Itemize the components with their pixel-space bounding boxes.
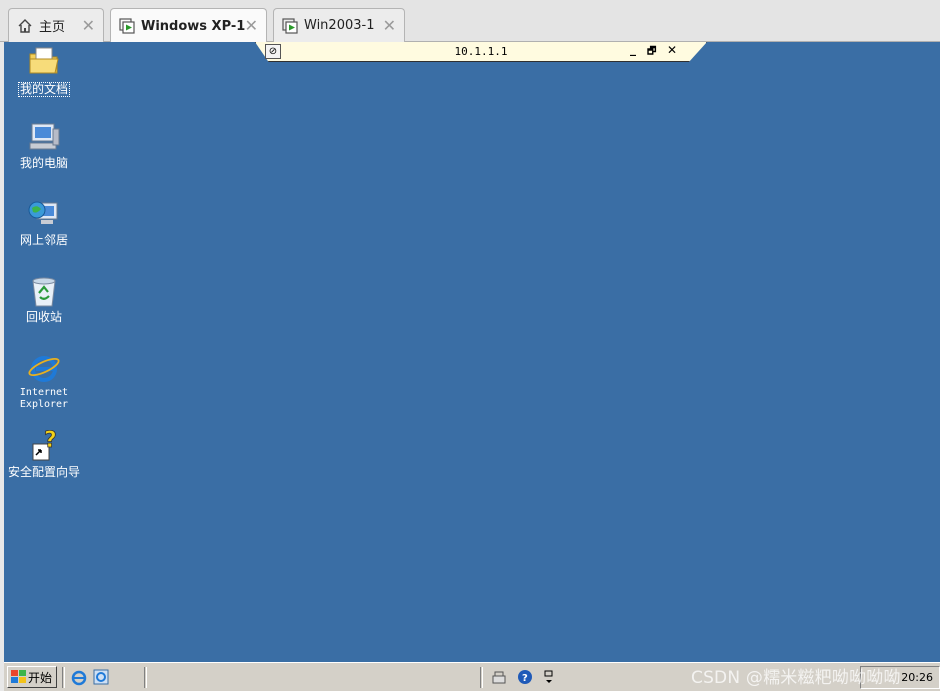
tab-windows-xp-1[interactable]: Windows XP-1 ✕ [110, 8, 267, 43]
my-computer-icon [27, 121, 61, 155]
remote-connection-bar: ⊘ 10.1.1.1 _ 🗗 ✕ [255, 42, 707, 62]
icon-label: 回收站 [25, 310, 62, 324]
network-places-icon [27, 198, 61, 232]
vm-icon [282, 17, 298, 34]
vm-icon [119, 18, 135, 34]
internet-explorer-quicklaunch-icon[interactable] [70, 668, 88, 686]
restore-button[interactable]: 🗗 [647, 44, 656, 61]
desktop-icon-my-computer[interactable]: 我的电脑 [4, 121, 84, 170]
remote-desktop[interactable]: 我的文档 我的电脑 网上邻居 回收站 Internet Explorer ? 安… [4, 42, 940, 662]
icon-label-line: Internet [19, 387, 69, 398]
connection-title: 10.1.1.1 [454, 45, 508, 58]
tab-win2003-1[interactable]: Win2003-1 ✕ [273, 8, 405, 42]
desktop-icon-network-places[interactable]: 网上邻居 [4, 198, 84, 247]
language-bar-icon[interactable] [490, 668, 508, 686]
svg-text:?: ? [44, 430, 57, 453]
icon-label: 安全配置向导 [7, 465, 80, 479]
my-documents-icon [27, 44, 61, 78]
icon-label: 我的电脑 [19, 156, 68, 170]
security-wizard-icon: ? [27, 428, 61, 464]
close-icon[interactable]: ✕ [82, 16, 95, 35]
start-label: 开始 [28, 670, 53, 685]
start-button[interactable]: 开始 [7, 666, 57, 688]
icon-label: 我的文档 [17, 82, 70, 97]
desktop-icon-my-documents[interactable]: 我的文档 [4, 44, 84, 97]
close-button[interactable]: ✕ [667, 43, 677, 57]
watermark: CSDN @糯米糍粑呦呦呦呦 [691, 668, 901, 688]
taskbar-divider [62, 667, 65, 688]
icon-label-line: Explorer [19, 399, 69, 410]
internet-explorer-icon [27, 351, 61, 385]
windows-flag-icon [11, 670, 26, 684]
taskbar-divider [480, 667, 483, 688]
clock[interactable]: 20:26 [901, 671, 933, 684]
recycle-bin-icon [27, 275, 61, 309]
options-icon[interactable] [540, 668, 558, 686]
desktop-icon-security-wizard[interactable]: ? 安全配置向导 [4, 428, 84, 479]
tab-home[interactable]: 主页 ✕ [8, 8, 104, 42]
home-icon [17, 18, 33, 34]
close-icon[interactable]: ✕ [245, 16, 258, 35]
tab-label: Windows XP-1 [141, 18, 246, 34]
svg-text:?: ? [522, 673, 528, 684]
tab-label: 主页 [39, 20, 66, 35]
browser-tab-bar: 主页 ✕ Windows XP-1 ✕ Win2003-1 ✕ [0, 0, 940, 43]
close-icon[interactable]: ✕ [383, 16, 396, 35]
tab-label: Win2003-1 [304, 18, 375, 33]
taskbar-divider [144, 667, 147, 688]
icon-label: Internet Explorer [4, 387, 84, 411]
desktop-icon-recycle-bin[interactable]: 回收站 [4, 275, 84, 324]
desktop-icon-internet-explorer[interactable]: Internet Explorer [4, 351, 84, 411]
show-desktop-quicklaunch-icon[interactable] [92, 668, 110, 686]
icon-label: 网上邻居 [19, 233, 68, 247]
help-icon[interactable]: ? [516, 668, 534, 686]
minimize-button[interactable]: _ [630, 42, 636, 56]
